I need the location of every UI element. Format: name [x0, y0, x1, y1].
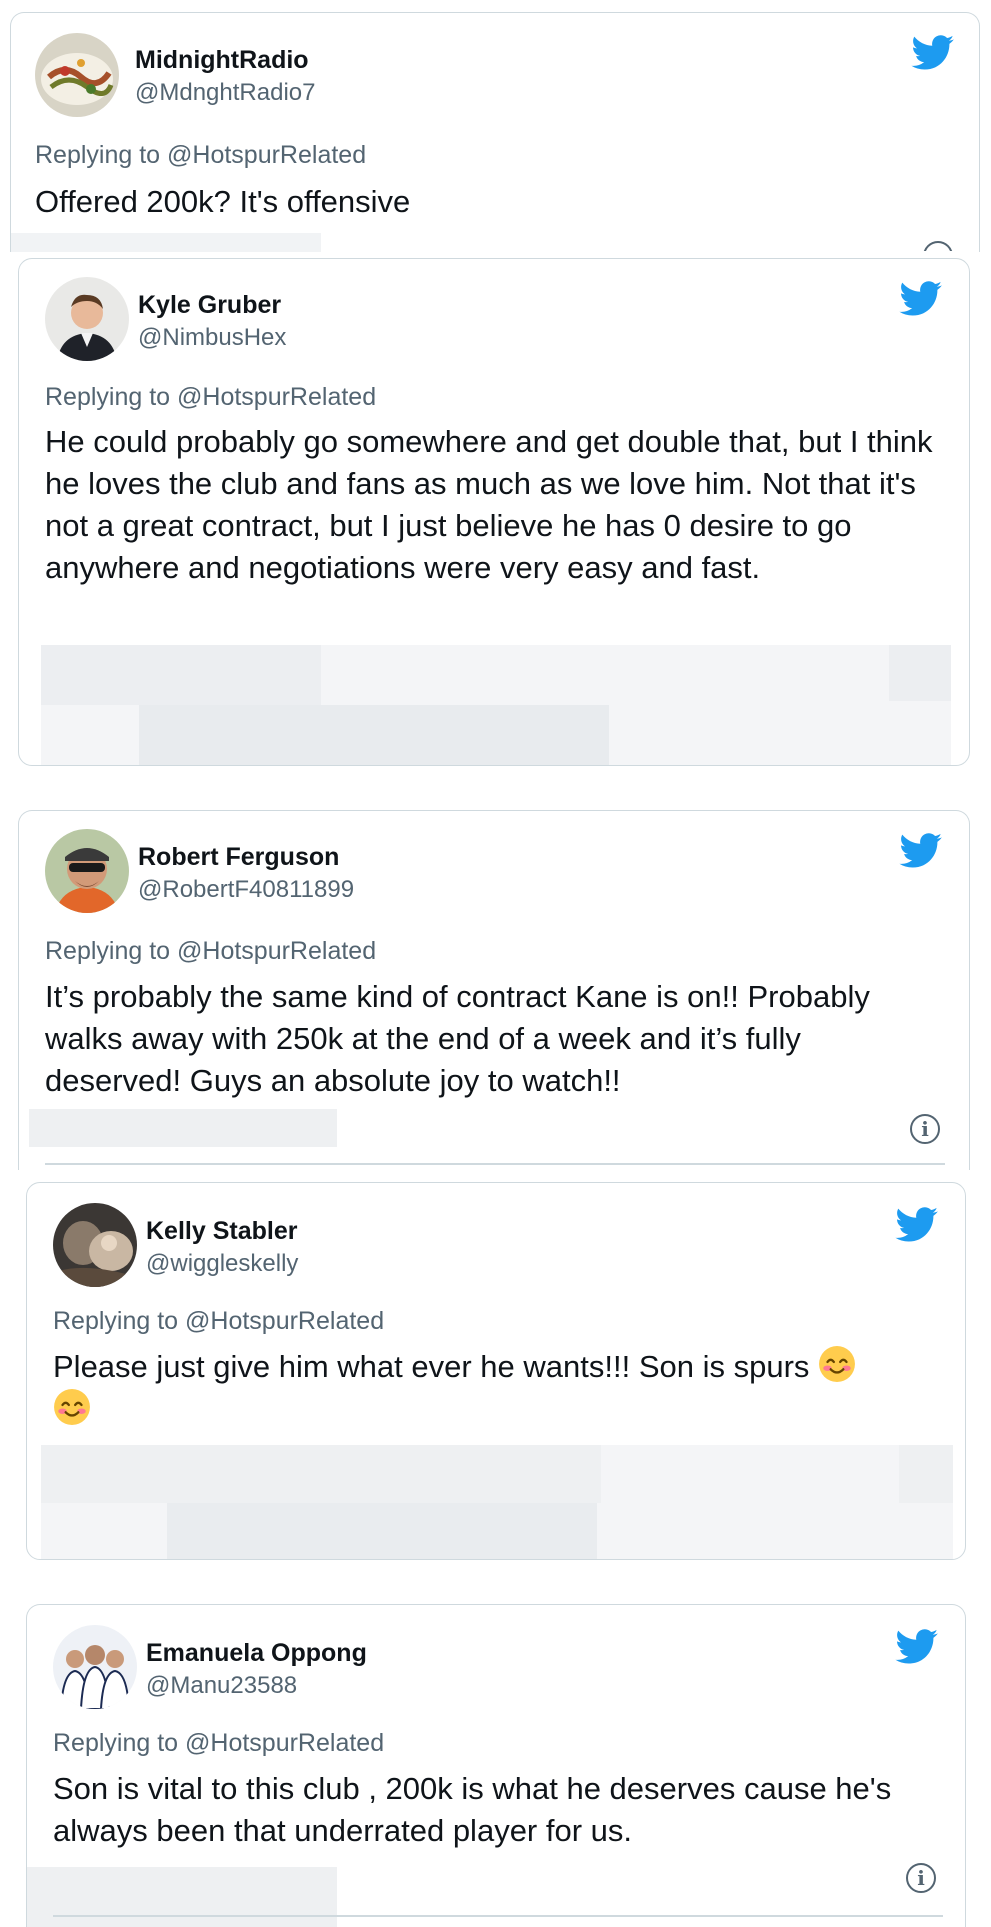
- display-name[interactable]: Kelly Stabler: [146, 1217, 297, 1246]
- tweet-card[interactable]: MidnightRadio @MdnghtRadio7 Replying to …: [10, 12, 980, 252]
- tweet-text: Son is vital to this club , 200k is what…: [53, 1771, 892, 1848]
- tweet-card[interactable]: Robert Ferguson @RobertF40811899 Replyin…: [18, 810, 970, 1170]
- redacted-area: [167, 1503, 597, 1559]
- replying-to[interactable]: Replying to @HotspurRelated: [35, 141, 366, 170]
- user-handle[interactable]: @wiggleskelly: [146, 1250, 298, 1278]
- avatar[interactable]: [35, 33, 119, 117]
- redacted-area: [11, 233, 321, 252]
- redacted-area: [889, 645, 951, 701]
- tweet-card[interactable]: Emanuela Oppong @Manu23588 Replying to @…: [26, 1604, 966, 1927]
- redacted-area: [41, 1445, 601, 1503]
- redacted-area: [41, 645, 321, 705]
- twitter-bird-icon[interactable]: [899, 833, 943, 869]
- divider: [45, 1163, 945, 1165]
- display-name[interactable]: MidnightRadio: [135, 46, 309, 75]
- display-name[interactable]: Kyle Gruber: [138, 291, 281, 320]
- avatar[interactable]: [45, 277, 129, 361]
- display-name[interactable]: Emanuela Oppong: [146, 1639, 367, 1668]
- tweet-text: Offered 200k? It's offensive: [35, 184, 411, 219]
- tweet-card[interactable]: Kelly Stabler @wiggleskelly Replying to …: [26, 1182, 966, 1560]
- info-icon[interactable]: i: [910, 1114, 940, 1144]
- avatar[interactable]: [53, 1625, 137, 1709]
- user-handle[interactable]: @Manu23588: [146, 1672, 297, 1700]
- twitter-bird-icon[interactable]: [899, 281, 943, 317]
- tweet-text: He could probably go somewhere and get d…: [45, 424, 933, 585]
- redacted-area: [27, 1867, 337, 1927]
- tweet-text: It’s probably the same kind of contract …: [45, 979, 870, 1098]
- replying-to[interactable]: Replying to @HotspurRelated: [53, 1729, 384, 1758]
- user-handle[interactable]: @RobertF40811899: [138, 876, 354, 904]
- user-handle[interactable]: @MdnghtRadio7: [135, 79, 315, 107]
- redacted-area: [899, 1445, 953, 1503]
- avatar[interactable]: [45, 829, 129, 913]
- tweet-text: Please just give him what ever he wants!…: [53, 1345, 933, 1431]
- smiling-face-emoji-icon: [818, 1345, 856, 1383]
- tweet-card[interactable]: Kyle Gruber @NimbusHex Replying to @Hots…: [18, 258, 970, 766]
- twitter-bird-icon[interactable]: [911, 35, 955, 71]
- twitter-bird-icon[interactable]: [895, 1629, 939, 1665]
- replying-to[interactable]: Replying to @HotspurRelated: [53, 1307, 384, 1336]
- redacted-area: [29, 1109, 337, 1147]
- twitter-bird-icon[interactable]: [895, 1207, 939, 1243]
- tweet-text-content: Please just give him what ever he wants!…: [53, 1349, 810, 1384]
- display-name[interactable]: Robert Ferguson: [138, 843, 339, 872]
- info-icon[interactable]: [923, 241, 953, 251]
- avatar[interactable]: [53, 1203, 137, 1287]
- smiling-face-emoji-icon: [53, 1388, 91, 1426]
- replying-to[interactable]: Replying to @HotspurRelated: [45, 937, 376, 966]
- redacted-area: [139, 705, 609, 765]
- user-handle[interactable]: @NimbusHex: [138, 324, 286, 352]
- info-icon[interactable]: i: [906, 1863, 936, 1893]
- replying-to[interactable]: Replying to @HotspurRelated: [45, 383, 376, 412]
- divider: [53, 1915, 943, 1917]
